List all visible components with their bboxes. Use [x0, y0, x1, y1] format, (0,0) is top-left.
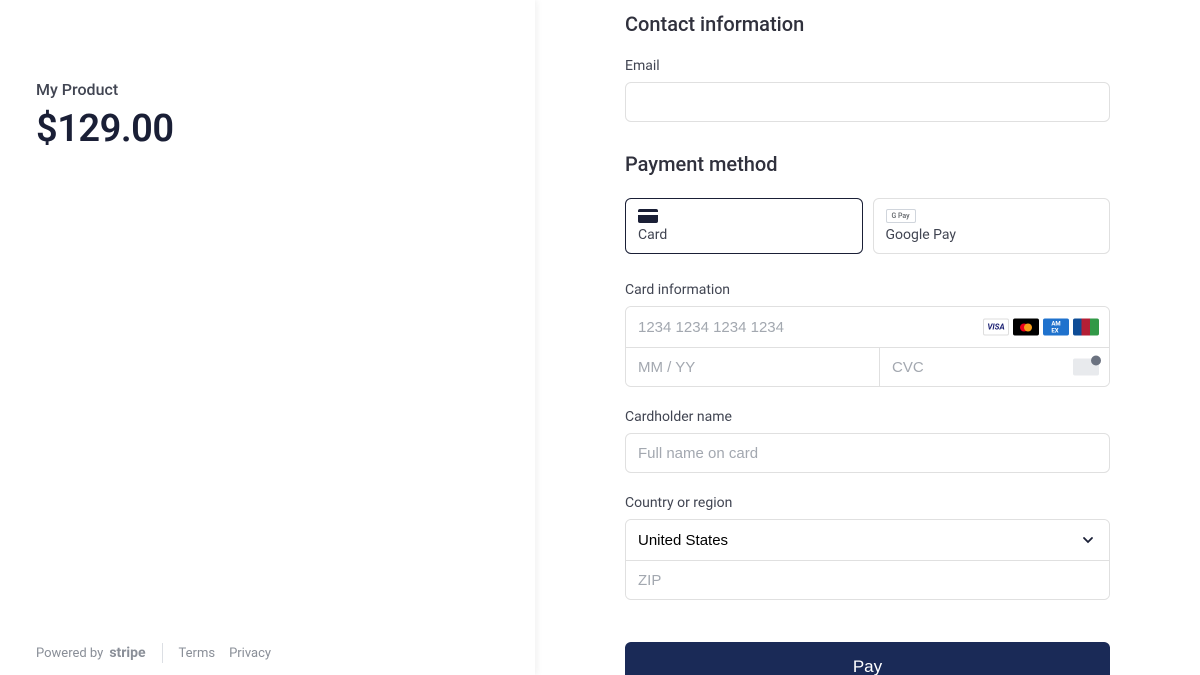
card-brand-icons: VISA AMEX: [983, 319, 1099, 336]
checkout-panel: Contact information Email Payment method…: [535, 0, 1200, 675]
jcb-icon: [1073, 319, 1099, 336]
footer: Powered by stripe Terms Privacy: [36, 643, 271, 663]
payment-tab-card-label: Card: [638, 227, 850, 243]
payment-tab-card[interactable]: Card: [625, 198, 863, 254]
zip-field[interactable]: [626, 561, 1109, 599]
summary-panel: My Product $129.00 Powered by stripe Ter…: [0, 0, 535, 675]
payment-tab-gpay-label: Google Pay: [886, 227, 1098, 243]
country-input-group: United States: [625, 519, 1110, 600]
terms-link[interactable]: Terms: [179, 646, 216, 661]
powered-by: Powered by stripe: [36, 645, 146, 661]
mastercard-icon: [1013, 319, 1039, 336]
visa-icon: VISA: [983, 319, 1009, 336]
gpay-icon: G Pay: [886, 209, 916, 223]
privacy-link[interactable]: Privacy: [229, 646, 271, 661]
stripe-logo: stripe: [109, 645, 145, 661]
divider: [162, 643, 163, 663]
powered-by-label: Powered by: [36, 646, 103, 661]
country-label: Country or region: [625, 495, 1110, 511]
product-price: $129.00: [36, 107, 535, 151]
card-input-group: VISA AMEX: [625, 306, 1110, 387]
cvc-icon: [1073, 359, 1099, 376]
cardholder-name-field[interactable]: [625, 433, 1110, 473]
payment-tab-gpay[interactable]: G Pay Google Pay: [873, 198, 1111, 254]
product-name: My Product: [36, 80, 535, 99]
pay-button[interactable]: Pay: [625, 642, 1110, 675]
amex-icon: AMEX: [1043, 319, 1069, 336]
card-icon: [638, 209, 658, 223]
card-expiry-field[interactable]: [626, 348, 879, 386]
cardholder-name-label: Cardholder name: [625, 409, 1110, 425]
email-label: Email: [625, 58, 1110, 74]
country-select[interactable]: United States: [626, 520, 1109, 560]
contact-information-title: Contact information: [625, 12, 1110, 36]
payment-method-title: Payment method: [625, 152, 1110, 176]
card-information-label: Card information: [625, 282, 1110, 298]
email-field[interactable]: [625, 82, 1110, 122]
